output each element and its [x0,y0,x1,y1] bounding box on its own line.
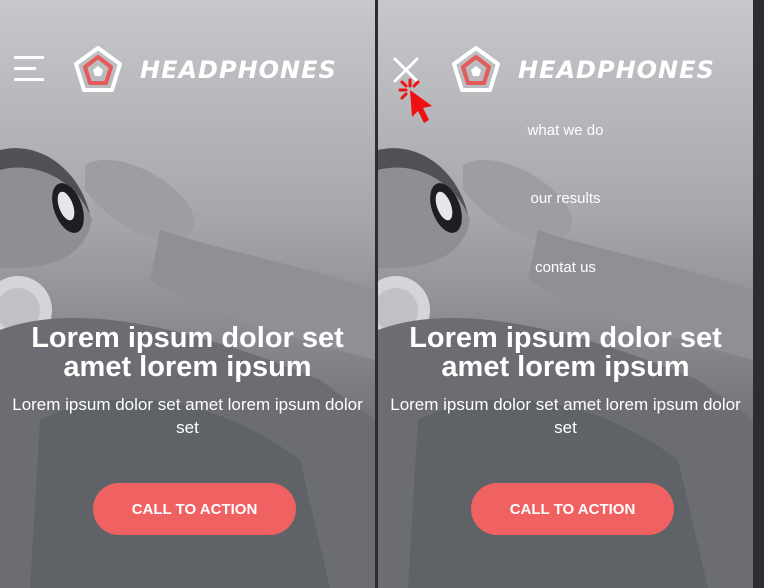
nav-item-our-results[interactable]: our results [378,190,753,207]
close-menu-button[interactable] [392,56,420,84]
hero-title: Lorem ipsum dolor set amet lorem ipsum [31,322,344,383]
brand-name[interactable]: HEADPHONES [518,56,715,84]
hero-subtitle: Lorem ipsum dolor set amet lorem ipsum d… [12,395,363,437]
nav-item-contact-us[interactable]: contat us [378,259,753,276]
brand-name[interactable]: HEADPHONES [140,56,337,84]
site-header: HEADPHONES [378,0,753,110]
pentagon-logo-icon[interactable] [74,46,122,92]
hamburger-menu-button[interactable] [14,56,46,84]
site-header: HEADPHONES [0,0,375,110]
hamburger-line [14,67,36,70]
hero-title: Lorem ipsum dolor set amet lorem ipsum [409,322,722,383]
mobile-screen-menu-closed: HEADPHONES Lorem ipsum dolor set amet lo… [0,0,375,588]
mobile-screen-menu-open: HEADPHONES what we do our results contat… [378,0,753,588]
hamburger-line [14,56,44,59]
hero-subtitle: Lorem ipsum dolor set amet lorem ipsum d… [390,395,741,437]
call-to-action-button[interactable]: CALL TO ACTION [93,483,296,535]
nav-item-what-we-do[interactable]: what we do [378,122,753,139]
hamburger-line [14,78,44,81]
call-to-action-button[interactable]: CALL TO ACTION [471,483,674,535]
pentagon-logo-icon[interactable] [452,46,500,92]
